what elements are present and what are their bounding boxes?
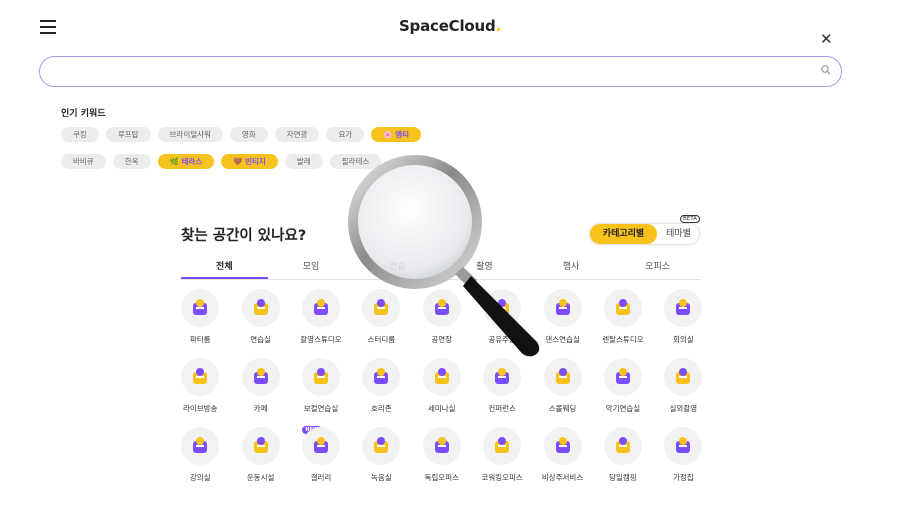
vocal-room-icon [301,358,340,396]
keyword-row-2: 바비큐 한옥 🌿 테라스 🤎 빈티지 발레 필라테스 [61,154,382,169]
recording-studio-icon [362,427,401,465]
popular-keywords-title: 인기 키워드 [61,109,106,119]
dance-studio-icon [543,289,582,327]
keyword-chip[interactable]: 자연광 [274,127,320,142]
category-item-label: 촬영스튜디오 [300,335,342,344]
category-item[interactable]: 촬영스튜디오 [291,289,351,358]
category-item[interactable]: 렌탈스튜디오 [593,289,653,358]
category-item-label: 카페 [253,404,268,413]
finder-title: 찾는 공간이 있나요? [181,228,307,244]
day-camping-icon [603,427,642,465]
category-item-label: 컨퍼런스 [488,404,516,413]
category-item[interactable]: 연습실 [230,289,290,358]
keyword-chip[interactable]: 발레 [284,154,323,169]
category-item-label: 강의실 [189,473,211,482]
keyword-chip[interactable]: 🌿 테라스 [157,154,215,169]
search-icon[interactable] [821,65,831,75]
category-item-label: 녹음실 [371,473,392,482]
tab-1[interactable]: 모임 [268,259,355,279]
category-item[interactable]: 보컬연습실 [291,358,351,427]
category-item-label: 가정집 [672,473,694,482]
view-toggle: 카테고리별 테마별 [590,224,699,244]
category-item-label: 라이브방송 [182,404,218,413]
magnifier-overlay-icon [348,155,540,357]
private-office-icon [422,427,461,465]
category-item[interactable]: 컨퍼런스 [472,358,532,427]
practice-room-icon [241,289,280,327]
horizon-studio-icon [362,358,401,396]
category-item[interactable]: 당일캠핑 [593,427,653,496]
category-item[interactable]: 가정집 [653,427,713,496]
keyword-chip[interactable]: 루프탑 [105,127,151,142]
outdoor-shoot-icon [664,358,703,396]
category-item[interactable]: 실외촬영 [653,358,713,427]
category-item[interactable]: 회의실 [653,289,713,358]
category-item[interactable]: 카페 [230,358,290,427]
rental-studio-icon [603,289,642,327]
tab-0[interactable]: 전체 [181,259,268,279]
close-icon[interactable]: ✕ [820,30,833,48]
category-item-label: 비상주서비스 [541,473,584,482]
category-item-label: 스몰웨딩 [548,404,577,413]
keyword-chip[interactable]: 🤎 빈티지 [221,154,278,169]
category-item[interactable]: 코워킹오피스 [472,427,532,496]
category-toggle-button[interactable]: 카테고리별 [590,224,657,244]
house-icon [664,427,703,465]
theme-toggle-button[interactable]: 테마별 [660,224,697,244]
category-item-label: 호리존 [371,404,392,413]
category-item[interactable]: 세미나실 [412,358,472,427]
cafe-icon [241,358,280,396]
search-bar[interactable] [39,56,842,87]
keyword-row-1: 쿠킹 루프탑 브라이덜샤워 영화 자연광 요가 🌸 엠티 [61,127,421,142]
category-item-label: 세미나실 [427,404,456,413]
category-item[interactable]: 녹음실 [351,427,411,496]
category-item[interactable]: 갤러리 [291,427,351,496]
category-item-label: 갤러리 [310,473,332,482]
keyword-chip[interactable]: 바비큐 [61,154,106,169]
category-item-label: 코워킹오피스 [481,473,523,482]
keyword-chip[interactable]: 영화 [229,127,268,142]
gym-icon [241,427,280,465]
virtual-office-icon [543,427,582,465]
category-item[interactable]: 라이브방송 [170,358,230,427]
small-wedding-icon [543,358,582,396]
meeting-room-icon [664,289,703,327]
search-input[interactable] [58,57,802,85]
category-item[interactable]: 비상주서비스 [532,427,592,496]
category-item-label: 렌탈스튜디오 [602,335,644,344]
instrument-room-icon [603,358,642,396]
party-room-icon [181,289,220,327]
tab-5[interactable]: 오피스 [614,259,701,279]
category-item[interactable]: 강의실 [170,427,230,496]
category-item[interactable]: 독립오피스 [412,427,472,496]
keyword-chip[interactable]: 한옥 [112,154,151,169]
conference-icon [483,358,522,396]
category-item-label: 당일캠핑 [609,473,637,482]
brand-logo[interactable]: SpaceCloud. [0,17,900,35]
coworking-office-icon [483,427,522,465]
category-item-label: 독립오피스 [424,473,460,482]
seminar-room-icon [422,358,461,396]
category-item-label: 실외촬영 [669,404,698,413]
keyword-chip[interactable]: 쿠킹 [61,127,99,142]
lecture-room-icon [181,427,220,465]
category-item-label: 보컬연습실 [303,404,339,413]
category-item[interactable]: 파티룸 [170,289,230,358]
category-item-label: 회의실 [672,335,694,344]
keyword-chip[interactable]: 🌸 엠티 [371,127,421,142]
category-item[interactable]: 호리존 [351,358,411,427]
category-item-label: 파티룸 [189,335,211,344]
photo-studio-icon [301,289,340,327]
gallery-icon [301,427,340,465]
live-broadcast-icon [181,358,220,396]
keyword-chip[interactable]: 요가 [326,127,365,142]
category-item-label: 연습실 [250,335,271,344]
category-item[interactable]: 악기연습실 [593,358,653,427]
beta-badge: BETA [680,215,700,223]
category-item-label: 운동시설 [246,473,275,482]
category-item[interactable]: 스몰웨딩 [532,358,592,427]
category-item[interactable]: 운동시설NEW [230,426,322,496]
category-item-label: 악기연습실 [605,404,641,413]
keyword-chip[interactable]: 브라이덜샤워 [157,127,223,142]
